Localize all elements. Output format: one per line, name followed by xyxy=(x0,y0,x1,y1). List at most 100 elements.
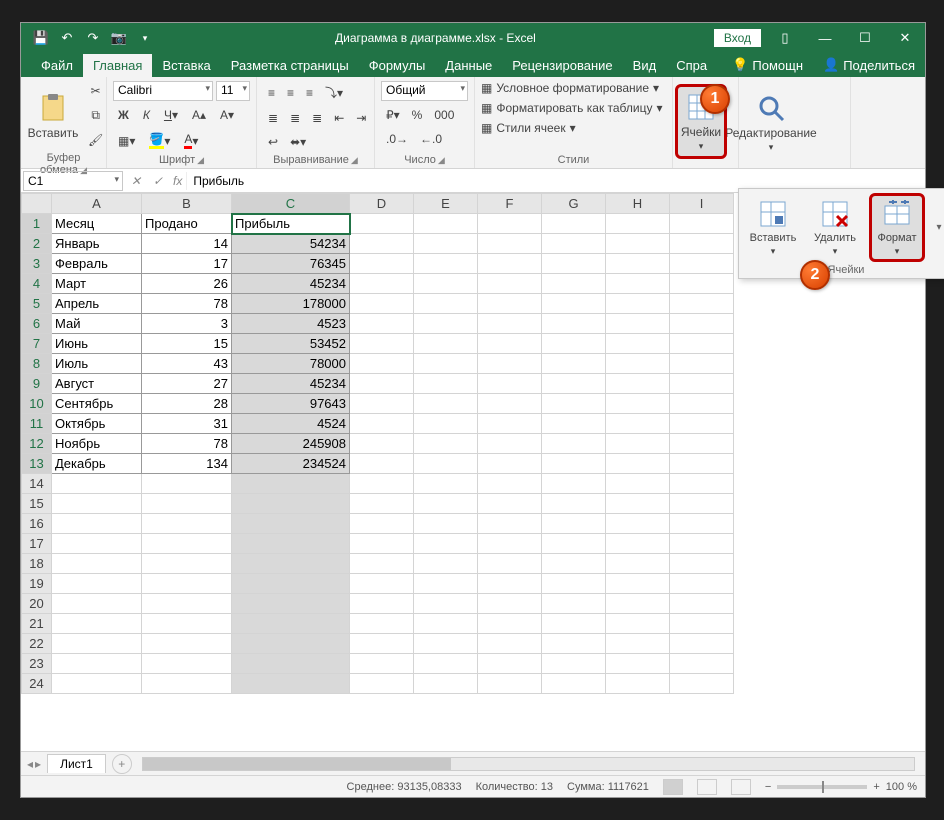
cell[interactable]: Месяц xyxy=(52,214,142,234)
cell[interactable] xyxy=(606,314,670,334)
cell[interactable] xyxy=(606,294,670,314)
cell[interactable] xyxy=(606,394,670,414)
cell[interactable] xyxy=(542,294,606,314)
cell[interactable] xyxy=(350,254,414,274)
row-header[interactable]: 2 xyxy=(22,234,52,254)
cell[interactable] xyxy=(414,514,478,534)
cell[interactable] xyxy=(670,274,734,294)
cell[interactable] xyxy=(478,574,542,594)
sheet-nav-prev-icon[interactable]: ◂ xyxy=(27,757,33,771)
tab-view[interactable]: Вид xyxy=(623,54,667,77)
row-header[interactable]: 15 xyxy=(22,494,52,514)
undo-icon[interactable]: ↶ xyxy=(55,26,79,50)
login-button[interactable]: Вход xyxy=(714,29,761,47)
align-bottom-icon[interactable]: ≡ xyxy=(301,81,318,104)
cell[interactable] xyxy=(414,454,478,474)
cell[interactable] xyxy=(350,434,414,454)
tab-data[interactable]: Данные xyxy=(435,54,502,77)
cell[interactable]: Февраль xyxy=(52,254,142,274)
tab-home[interactable]: Главная xyxy=(83,54,152,77)
italic-button[interactable]: К xyxy=(138,105,155,125)
increase-decimal-icon[interactable]: .0→ xyxy=(381,129,413,149)
cell[interactable] xyxy=(350,654,414,674)
view-page-layout-icon[interactable] xyxy=(697,779,717,795)
align-center-icon[interactable]: ≣ xyxy=(285,108,305,128)
row-header[interactable]: 22 xyxy=(22,634,52,654)
cell[interactable] xyxy=(478,554,542,574)
cell[interactable] xyxy=(606,614,670,634)
cell[interactable] xyxy=(606,654,670,674)
cell[interactable] xyxy=(542,254,606,274)
align-top-icon[interactable]: ≡ xyxy=(263,81,280,104)
cell[interactable]: 54234 xyxy=(232,234,350,254)
cell[interactable] xyxy=(142,634,232,654)
cell[interactable] xyxy=(52,554,142,574)
number-format-dropdown[interactable]: Общий xyxy=(381,81,468,101)
cell[interactable] xyxy=(414,274,478,294)
tell-me-button[interactable]: 💡Помощн xyxy=(722,53,813,77)
view-normal-icon[interactable] xyxy=(663,779,683,795)
cell[interactable] xyxy=(542,414,606,434)
cell[interactable] xyxy=(142,554,232,574)
cell[interactable] xyxy=(606,514,670,534)
align-middle-icon[interactable]: ≡ xyxy=(282,81,299,104)
zoom-level[interactable]: 100 % xyxy=(886,781,917,793)
cell[interactable] xyxy=(350,334,414,354)
cell[interactable] xyxy=(414,414,478,434)
row-header[interactable]: 17 xyxy=(22,534,52,554)
merge-icon[interactable]: ⬌▾ xyxy=(285,132,311,152)
cell[interactable]: 78000 xyxy=(232,354,350,374)
cell[interactable]: Апрель xyxy=(52,294,142,314)
fill-color-icon[interactable]: 🪣▾ xyxy=(144,129,175,152)
cell[interactable] xyxy=(414,214,478,234)
sheet-tab[interactable]: Лист1 xyxy=(47,754,106,773)
tab-help-truncated[interactable]: Спра xyxy=(666,54,717,77)
view-page-break-icon[interactable] xyxy=(731,779,751,795)
cell[interactable] xyxy=(670,574,734,594)
row-header[interactable]: 11 xyxy=(22,414,52,434)
cell[interactable]: 17 xyxy=(142,254,232,274)
cell[interactable]: 3 xyxy=(142,314,232,334)
cell[interactable] xyxy=(606,594,670,614)
cell[interactable] xyxy=(232,594,350,614)
cell[interactable]: Прибыль xyxy=(232,214,350,234)
cell[interactable] xyxy=(670,494,734,514)
cell[interactable] xyxy=(542,514,606,534)
cell[interactable] xyxy=(670,534,734,554)
cell[interactable] xyxy=(414,654,478,674)
enter-formula-icon[interactable]: ✓ xyxy=(147,174,169,188)
cell[interactable] xyxy=(670,514,734,534)
cell[interactable]: Март xyxy=(52,274,142,294)
row-header[interactable]: 21 xyxy=(22,614,52,634)
cell[interactable] xyxy=(414,474,478,494)
cell[interactable] xyxy=(542,394,606,414)
cell[interactable]: 245908 xyxy=(232,434,350,454)
column-header[interactable]: G xyxy=(542,194,606,214)
cell[interactable]: Сентябрь xyxy=(52,394,142,414)
minimize-icon[interactable]: — xyxy=(805,23,845,53)
align-right-icon[interactable]: ≣ xyxy=(307,108,327,128)
cell[interactable] xyxy=(350,674,414,694)
row-header[interactable]: 18 xyxy=(22,554,52,574)
cell[interactable] xyxy=(670,614,734,634)
cell[interactable] xyxy=(670,214,734,234)
cell[interactable] xyxy=(542,374,606,394)
cell[interactable] xyxy=(542,654,606,674)
cell[interactable] xyxy=(350,534,414,554)
cell[interactable] xyxy=(350,554,414,574)
cell[interactable] xyxy=(414,434,478,454)
cell[interactable] xyxy=(478,614,542,634)
popup-expand-icon[interactable]: ▾ xyxy=(931,193,944,262)
cell[interactable] xyxy=(414,594,478,614)
accounting-format-icon[interactable]: ₽▾ xyxy=(381,105,405,125)
cell[interactable] xyxy=(478,214,542,234)
cell[interactable]: Июнь xyxy=(52,334,142,354)
decrease-font-icon[interactable]: A▾ xyxy=(215,105,239,125)
zoom-out-icon[interactable]: − xyxy=(765,781,771,793)
cell[interactable]: 45234 xyxy=(232,374,350,394)
column-header[interactable]: F xyxy=(478,194,542,214)
tab-review[interactable]: Рецензирование xyxy=(502,54,622,77)
cell[interactable] xyxy=(52,614,142,634)
column-header[interactable]: C xyxy=(232,194,350,214)
cell[interactable] xyxy=(142,474,232,494)
